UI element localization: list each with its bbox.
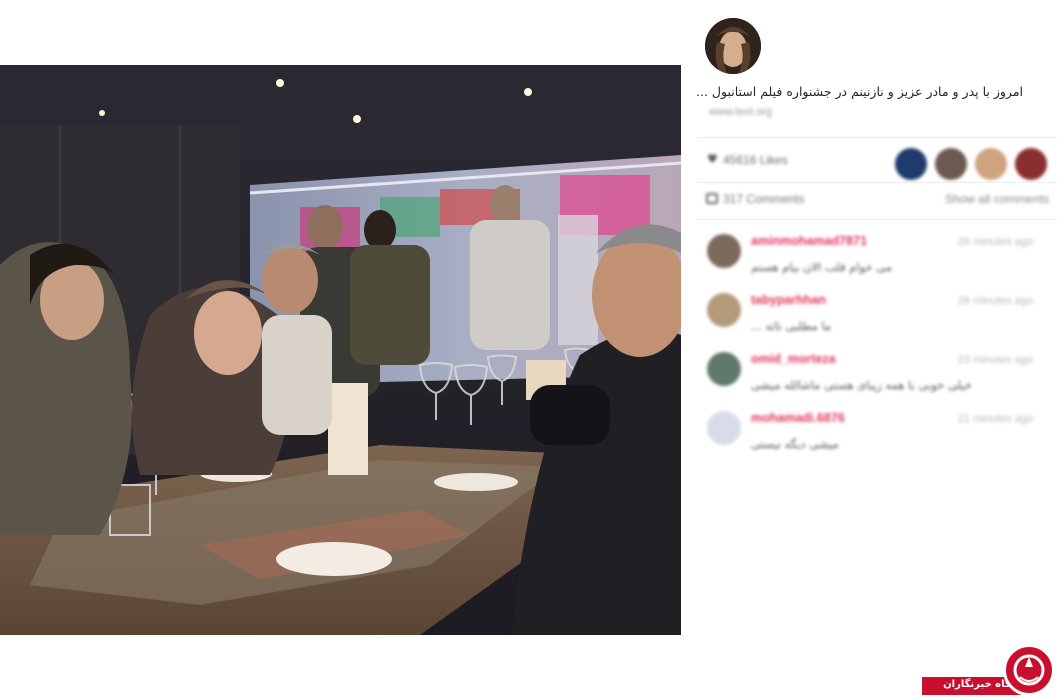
comment-username[interactable]: tabyparhhan [751,293,826,307]
comment-time: 26 minutes ago [957,295,1033,307]
comment-username[interactable]: omid_morteza [751,352,836,366]
comment-text: خیلی خوبی با همه زیبای هستی ماشالله میشی [751,378,972,392]
comment-item: mohamadi.6876 21 minutes ago میشی دیگه ن… [705,405,1045,464]
comments-bar: 317 Comments Show all comments [705,190,1049,210]
divider [697,137,1057,138]
liker-avatar[interactable] [1015,148,1047,180]
comment-username[interactable]: aminmohamad7871 [751,234,867,248]
author-avatar[interactable] [705,18,761,74]
divider [697,219,1057,220]
comment-time: 23 minutes ago [957,354,1033,366]
likes-row: ♥ 45616 Likes [705,148,1049,180]
post-photo[interactable] [0,65,681,635]
liker-avatar[interactable] [935,148,967,180]
comment-text: میشی دیگه نیستی [751,437,839,451]
comment-time: 26 minutes ago [957,236,1033,248]
heart-icon: ♥ [707,152,718,166]
commenter-avatar[interactable] [707,411,741,445]
comment-item: tabyparhhan 26 minutes ago ما مطلبی تاثه… [705,287,1045,346]
comment-time: 21 minutes ago [957,413,1033,425]
liker-avatar[interactable] [895,148,927,180]
comment-text: ما مطلبی تاثه ... [751,319,832,333]
news-agency-logo-icon [1003,644,1055,696]
restaurant-photo-illustration [0,65,681,635]
commenter-avatar[interactable] [707,352,741,386]
comment-username[interactable]: mohamadi.6876 [751,411,845,425]
commenter-avatar[interactable] [707,234,741,268]
post-caption: امروز با پدر و مادر عزیز و نازنینم در جش… [696,84,1023,99]
commenter-avatar[interactable] [707,293,741,327]
comment-item: aminmohamad7871 26 minutes ago می خوام ق… [705,228,1045,287]
divider [697,182,1057,183]
comments-count: 317 Comments [723,192,805,206]
likes-count[interactable]: 45616 Likes [723,153,788,167]
liker-avatar[interactable] [975,148,1007,180]
comments-list: aminmohamad7871 26 minutes ago می خوام ق… [705,228,1045,464]
comment-text: می خوام قلب الان بیام هستم [751,260,892,274]
post-info-panel: امروز با پدر و مادر عزیز و نازنینم در جش… [696,0,1057,697]
caption-link[interactable]: www.text.org [709,106,772,118]
comment-icon [706,193,718,204]
news-agency-badge: باشگاه خبرنگاران [922,644,1057,697]
comment-item: omid_morteza 23 minutes ago خیلی خوبی با… [705,346,1045,405]
show-all-comments-link[interactable]: Show all comments [945,192,1049,206]
